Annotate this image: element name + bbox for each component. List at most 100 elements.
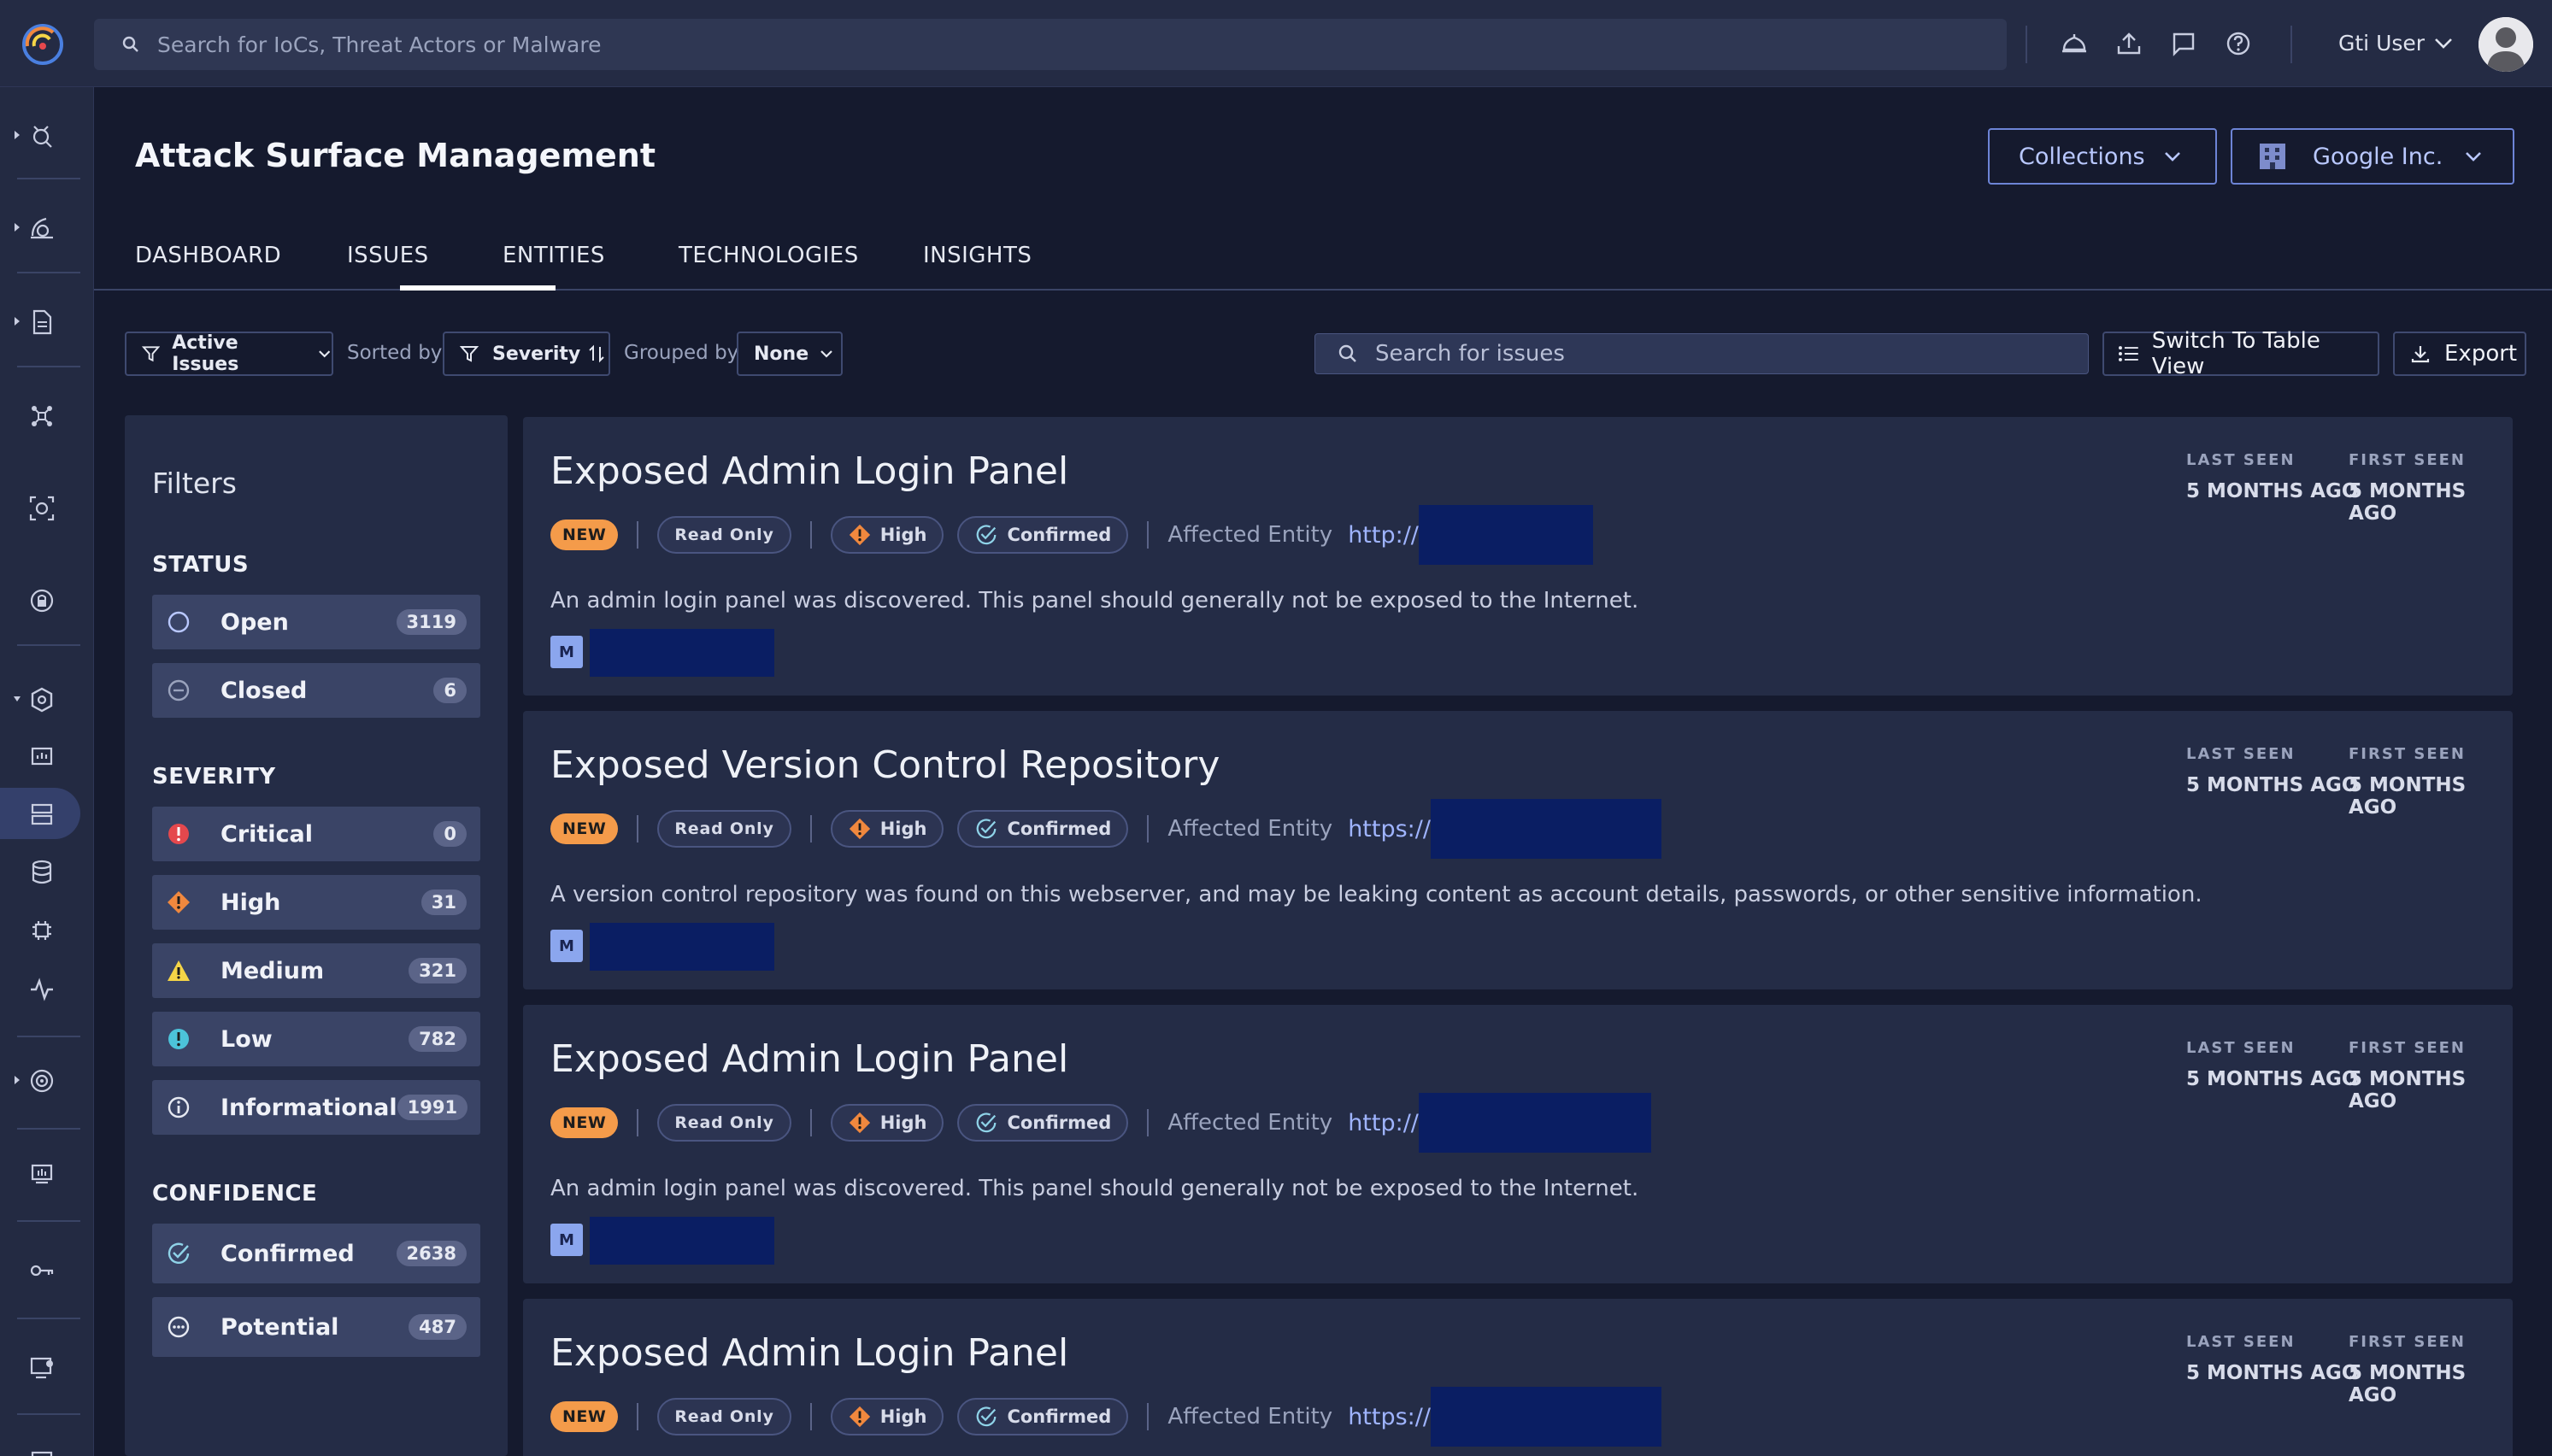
collections-dropdown[interactable]: Collections [1988, 128, 2217, 185]
sidebar-item-settings[interactable] [0, 1342, 94, 1393]
sort-severity-button[interactable]: Severity [443, 332, 610, 376]
chat-icon[interactable] [2169, 29, 2198, 58]
severity-pill: High [830, 516, 944, 554]
filter-severity-informational[interactable]: Informational 1991 [152, 1080, 480, 1135]
high-severity-icon [849, 818, 870, 840]
user-name[interactable]: Gti User [2338, 31, 2425, 56]
switch-to-table-view-button[interactable]: Switch To Table View [2102, 328, 2379, 379]
search-issues-input[interactable]: Search for issues [1314, 333, 2089, 374]
redacted-block [1430, 799, 1661, 859]
confidence-text: Confirmed [1007, 525, 1112, 545]
page-title: Attack Surface Management [135, 137, 656, 174]
filter-confidence-potential[interactable]: Potential 487 [152, 1297, 480, 1357]
hexagon-icon [31, 687, 53, 713]
low-severity-icon [168, 1029, 189, 1049]
filter-status-open[interactable]: Open 3119 [152, 595, 480, 649]
affected-entity-link[interactable]: http:// [1348, 1110, 1419, 1136]
chevron-down-icon [820, 350, 832, 358]
avatar[interactable] [2478, 17, 2533, 72]
active-tab-indicator [400, 285, 556, 291]
issue-card[interactable]: Exposed Admin Login Panel NEW Read Only … [523, 1299, 2513, 1456]
filter-severity-low[interactable]: Low 782 [152, 1012, 480, 1066]
chevron-down-icon [318, 350, 330, 358]
filter-severity-high[interactable]: High 31 [152, 875, 480, 930]
issue-card[interactable]: Exposed Admin Login Panel NEW Read Only … [523, 417, 2513, 696]
sidebar-item-intelligence[interactable] [0, 202, 94, 253]
issue-card[interactable]: Exposed Admin Login Panel NEW Read Only … [523, 1005, 2513, 1283]
sidebar-item-threat-profile[interactable] [0, 1054, 94, 1106]
badge-divider [1147, 815, 1150, 842]
tab-technologies[interactable]: TECHNOLOGIES [679, 243, 859, 268]
sidebar-item-privacy[interactable] [0, 574, 94, 625]
upload-icon[interactable] [2114, 29, 2143, 58]
filter-confidence-confirmed[interactable]: Confirmed 2638 [152, 1224, 480, 1283]
tab-issues[interactable]: ISSUES [347, 243, 429, 268]
tab-dashboard[interactable]: DASHBOARD [135, 243, 281, 268]
tab-insights[interactable]: INSIGHTS [923, 243, 1032, 268]
sidebar-item-reports[interactable] [0, 296, 94, 347]
issue-card[interactable]: Exposed Version Control Repository NEW R… [523, 711, 2513, 989]
help-icon[interactable] [2224, 29, 2253, 58]
filter-label: Closed [221, 677, 308, 704]
tab-entities[interactable]: ENTITIES [503, 243, 605, 268]
affected-entity-link[interactable]: http:// [1348, 522, 1419, 549]
export-label: Export [2444, 341, 2518, 367]
issue-title[interactable]: Exposed Admin Login Panel [550, 1037, 1068, 1081]
chevron-down-icon [2466, 152, 2481, 161]
sidebar-item-technologies[interactable] [0, 904, 94, 955]
group-by-dropdown[interactable]: None [737, 332, 843, 376]
sidebar-item-dashboard[interactable] [0, 730, 94, 781]
sidebar-item-scan[interactable] [0, 482, 94, 533]
sidebar-item-attack-surface[interactable] [0, 673, 94, 725]
filter-severity-critical[interactable]: Critical 0 [152, 807, 480, 861]
first-seen-value: 5 MONTHS AGO [2349, 1362, 2467, 1406]
sidebar-item-issues[interactable] [0, 788, 80, 839]
sidebar-item-more[interactable] [0, 1435, 94, 1456]
app-logo-icon[interactable] [19, 21, 67, 68]
notifications-icon[interactable] [2060, 29, 2089, 58]
filter-icon [142, 346, 161, 362]
first-seen-label: FIRST SEEN [2349, 1333, 2466, 1351]
sort-value: Severity [492, 343, 581, 365]
sorted-by-label: Sorted by [347, 342, 443, 364]
issue-title[interactable]: Exposed Version Control Repository [550, 743, 1220, 787]
sidebar-item-threat-hunting[interactable] [0, 109, 94, 161]
filter-status-closed[interactable]: Closed 6 [152, 663, 480, 718]
lock-circle-icon [30, 589, 54, 613]
redacted-block [1418, 1093, 1651, 1153]
active-issues-filter-button[interactable]: Active Issues [125, 332, 333, 376]
sidebar-divider [17, 644, 80, 646]
filter-severity-medium[interactable]: Medium 321 [152, 943, 480, 998]
severity-text: High [879, 525, 927, 545]
export-button[interactable]: Export [2393, 332, 2526, 376]
confidence-text: Confirmed [1007, 1113, 1112, 1133]
m-tag: M [550, 930, 583, 962]
issue-title[interactable]: Exposed Admin Login Panel [550, 1331, 1068, 1375]
caret-right-icon [15, 223, 20, 232]
badge-divider [1147, 1403, 1150, 1430]
sidebar-item-entities[interactable] [0, 846, 94, 897]
scan-icon [29, 496, 55, 521]
sidebar-divider [17, 1220, 80, 1222]
sidebar-item-monitor[interactable] [0, 1147, 94, 1198]
download-icon [2411, 346, 2430, 363]
issue-title[interactable]: Exposed Admin Login Panel [550, 449, 1068, 493]
sidebar [0, 87, 94, 1456]
last-seen-value: 5 MONTHS AGO [2186, 1362, 2359, 1384]
status-heading: STATUS [152, 552, 250, 578]
switch-view-label: Switch To Table View [2151, 328, 2320, 379]
affected-entity-link[interactable]: https:// [1348, 1404, 1431, 1430]
affected-entity-link[interactable]: https:// [1348, 816, 1431, 842]
filter-count: 0 [433, 821, 467, 847]
user-avatar-icon [2478, 17, 2533, 72]
sidebar-item-graph[interactable] [0, 390, 94, 441]
global-search-placeholder: Search for IoCs, Threat Actors or Malwar… [157, 32, 602, 57]
organization-dropdown[interactable]: Google Inc. [2231, 128, 2514, 185]
sidebar-item-api-keys[interactable] [0, 1244, 94, 1295]
last-seen-label: LAST SEEN [2186, 451, 2296, 469]
caret-right-icon [15, 317, 20, 326]
global-search-input[interactable]: Search for IoCs, Threat Actors or Malwar… [94, 19, 2007, 70]
last-seen-label: LAST SEEN [2186, 1039, 2296, 1057]
chevron-down-icon[interactable] [2432, 34, 2455, 51]
sidebar-item-insights[interactable] [0, 962, 94, 1013]
